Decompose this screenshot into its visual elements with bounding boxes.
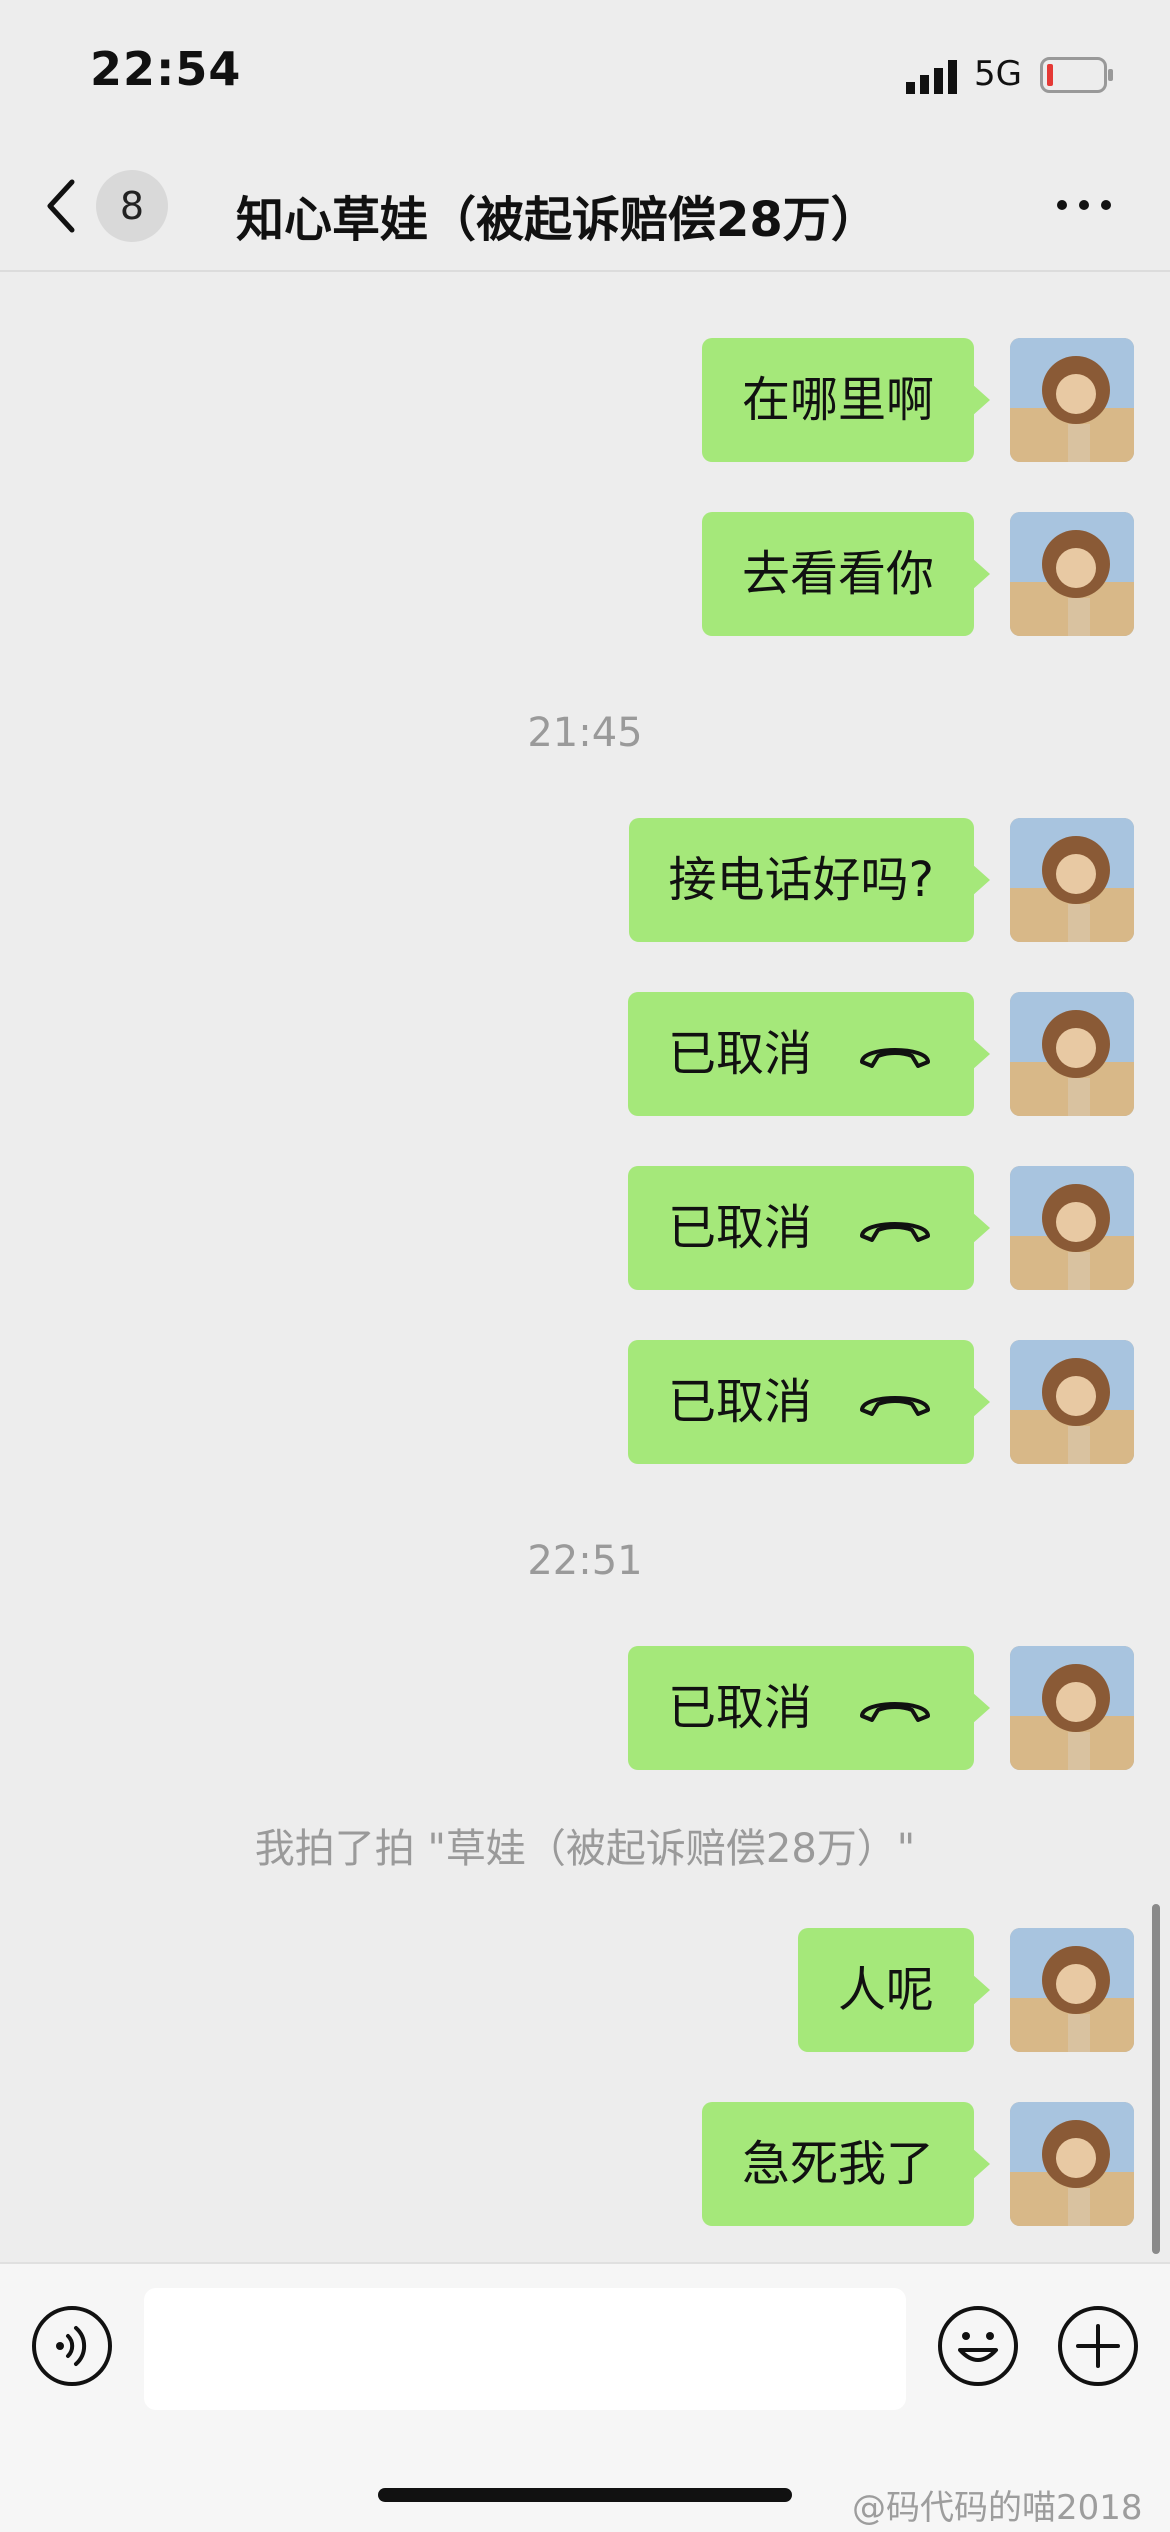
nav-bar: 8 知心草娃（被起诉赔偿28万） [0, 140, 1170, 272]
chat-title: 知心草娃（被起诉赔偿28万） [236, 192, 879, 248]
network-label: 5G [974, 54, 1022, 94]
message-row: 接电话好吗? [0, 818, 1170, 942]
text-message-bubble[interactable]: 在哪里啊 [701, 338, 991, 462]
message-row: 已取消 [0, 1646, 1170, 1770]
scrollbar[interactable] [1152, 1904, 1160, 2254]
pat-system-note: 我拍了拍 "草娃（被起诉赔偿28万）" [254, 1826, 916, 1872]
avatar[interactable] [1010, 1928, 1134, 2052]
lion-cat-avatar-image [1010, 338, 1134, 462]
avatar[interactable] [1010, 1646, 1134, 1770]
cancelled-call-bubble[interactable]: 已取消 [627, 1340, 991, 1464]
avatar[interactable] [1010, 2102, 1134, 2226]
lion-cat-avatar-image [1010, 818, 1134, 942]
avatar[interactable] [1010, 338, 1134, 462]
watermark: @码代码的喵2018 [852, 2488, 1143, 2528]
text-message-bubble[interactable]: 去看看你 [701, 512, 991, 636]
cancelled-call-bubble[interactable]: 已取消 [627, 992, 991, 1116]
call-status-label: 已取消 [667, 1680, 812, 1736]
message-row: 急死我了 [0, 2102, 1170, 2226]
lion-cat-avatar-image [1010, 512, 1134, 636]
cancelled-call-bubble[interactable]: 已取消 [627, 1166, 991, 1290]
signal-icon [906, 60, 957, 94]
lion-cat-avatar-image [1010, 992, 1134, 1116]
message-row: 在哪里啊 [0, 338, 1170, 462]
voice-input-icon[interactable] [30, 2304, 114, 2388]
lion-cat-avatar-image [1010, 2102, 1134, 2226]
status-bar: 22:54 5G [0, 0, 1170, 140]
status-time: 22:54 [90, 42, 242, 96]
text-message-bubble[interactable]: 人呢 [797, 1928, 991, 2052]
cancelled-call-bubble[interactable]: 已取消 [627, 1646, 991, 1770]
unread-count-badge[interactable]: 8 [96, 170, 168, 242]
message-row: 人呢 [0, 1928, 1170, 2052]
avatar[interactable] [1010, 1340, 1134, 1464]
more-options-icon[interactable] [1054, 190, 1114, 220]
lion-cat-avatar-image [1010, 1646, 1134, 1770]
message-list[interactable]: 在哪里啊 去看看你 21:45 接电话好吗? 已取消 已取消 已取消 22:51… [0, 272, 1170, 2262]
back-chevron-icon[interactable] [42, 176, 82, 236]
text-message-bubble[interactable]: 急死我了 [701, 2102, 991, 2226]
text-message-bubble[interactable]: 接电话好吗? [628, 818, 991, 942]
avatar[interactable] [1010, 1166, 1134, 1290]
lion-cat-avatar-image [1010, 1166, 1134, 1290]
hang-up-phone-icon [860, 1396, 930, 1416]
message-row: 已取消 [0, 992, 1170, 1116]
timestamp: 22:51 [527, 1538, 643, 1584]
call-status-label: 已取消 [667, 1026, 812, 1082]
message-input[interactable] [144, 2288, 906, 2410]
call-status-label: 已取消 [667, 1200, 812, 1256]
avatar[interactable] [1010, 992, 1134, 1116]
emoji-icon[interactable] [936, 2304, 1020, 2388]
plus-icon[interactable] [1056, 2304, 1140, 2388]
timestamp: 21:45 [527, 710, 643, 756]
lion-cat-avatar-image [1010, 1928, 1134, 2052]
avatar[interactable] [1010, 512, 1134, 636]
lion-cat-avatar-image [1010, 1340, 1134, 1464]
battery-icon [1040, 57, 1113, 93]
hang-up-phone-icon [860, 1702, 930, 1722]
hang-up-phone-icon [860, 1048, 930, 1068]
home-indicator[interactable] [378, 2488, 792, 2502]
message-row: 已取消 [0, 1340, 1170, 1464]
call-status-label: 已取消 [667, 1374, 812, 1430]
message-row: 已取消 [0, 1166, 1170, 1290]
hang-up-phone-icon [860, 1222, 930, 1242]
message-row: 去看看你 [0, 512, 1170, 636]
avatar[interactable] [1010, 818, 1134, 942]
